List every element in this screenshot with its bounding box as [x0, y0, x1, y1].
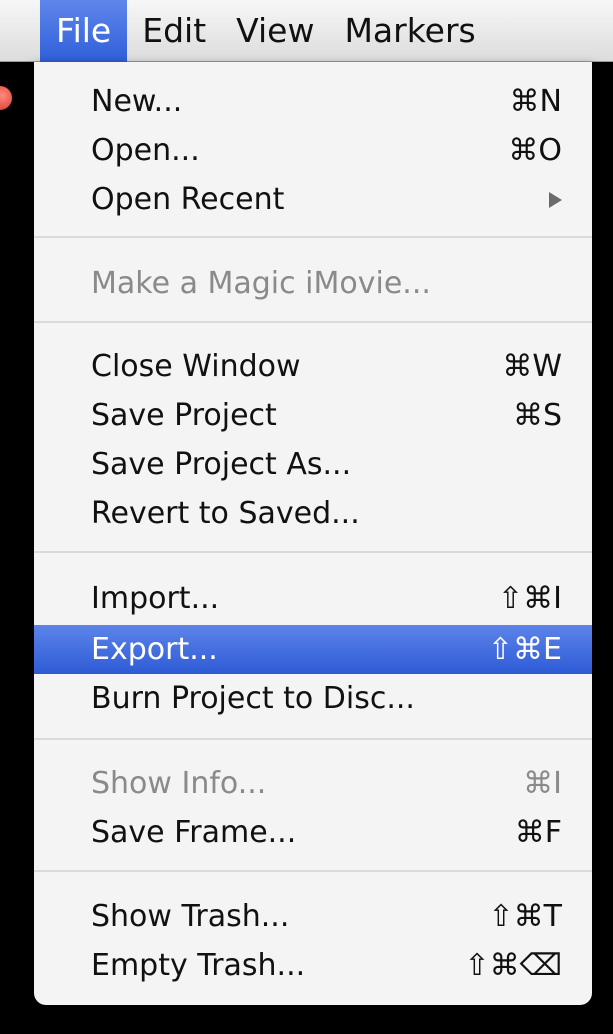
menu-item-burn-project-to-disc[interactable]: Burn Project to Disc...	[34, 674, 592, 723]
menu-item-label: Open Recent	[91, 182, 285, 217]
menu-separator	[34, 870, 592, 872]
menubar-file[interactable]: File	[40, 0, 128, 62]
menubar-markers[interactable]: Markers	[329, 0, 490, 62]
menu-item-label: Save Project As...	[91, 447, 352, 482]
menu-item-label: Make a Magic iMovie...	[91, 266, 431, 301]
menu-item-label: Burn Project to Disc...	[91, 681, 415, 716]
menu-item-make-magic-imovie: Make a Magic iMovie...	[34, 259, 592, 308]
menu-item-label: Save Frame...	[91, 815, 297, 850]
screen: File Edit View Markers New... ⌘N Open...…	[0, 0, 613, 1034]
menu-separator	[34, 551, 592, 553]
menu-separator	[34, 738, 592, 740]
menu-item-label: Open...	[91, 133, 200, 168]
menu-item-close-window[interactable]: Close Window ⌘W	[34, 342, 592, 391]
menu-item-show-info: Show Info... ⌘I	[34, 759, 592, 808]
menu-item-label: Show Info...	[91, 766, 267, 801]
menu-item-shortcut: ⌘F	[514, 815, 562, 850]
window-close-dot[interactable]	[0, 86, 12, 110]
menu-item-open[interactable]: Open... ⌘O	[34, 126, 592, 175]
menu-item-save-frame[interactable]: Save Frame... ⌘F	[34, 808, 592, 857]
menu-item-shortcut: ⌘I	[523, 766, 562, 801]
menu-item-export[interactable]: Export... ⇧⌘E	[34, 625, 592, 674]
menu-item-shortcut: ⌘N	[509, 84, 562, 119]
menu-item-shortcut: ⇧⌘⌫	[464, 948, 562, 983]
menu-item-show-trash[interactable]: Show Trash... ⇧⌘T	[34, 892, 592, 941]
submenu-arrow-icon	[549, 192, 562, 208]
menu-item-label: Save Project	[91, 398, 277, 433]
menu-item-label: Revert to Saved...	[91, 496, 360, 531]
menu-item-label: Empty Trash...	[91, 948, 306, 983]
menu-item-open-recent[interactable]: Open Recent	[34, 175, 592, 224]
menu-item-label: New...	[91, 84, 183, 119]
menu-separator	[34, 321, 592, 323]
menubar-view[interactable]: View	[221, 0, 329, 62]
menu-item-new[interactable]: New... ⌘N	[34, 77, 592, 126]
file-menu: New... ⌘N Open... ⌘O Open Recent Make a …	[34, 62, 592, 1005]
menu-bar: File Edit View Markers	[0, 0, 613, 62]
menu-item-shortcut: ⌘O	[508, 133, 562, 168]
menu-item-shortcut: ⇧⌘E	[487, 632, 562, 667]
menu-item-revert-to-saved[interactable]: Revert to Saved...	[34, 489, 592, 538]
menu-item-shortcut: ⌘S	[512, 398, 562, 433]
menubar-edit[interactable]: Edit	[127, 0, 221, 62]
menu-item-save-project-as[interactable]: Save Project As...	[34, 440, 592, 489]
menu-separator	[34, 236, 592, 238]
menu-item-label: Export...	[91, 632, 218, 667]
menu-item-label: Close Window	[91, 349, 301, 384]
menu-item-shortcut: ⇧⌘T	[488, 899, 562, 934]
menu-item-save-project[interactable]: Save Project ⌘S	[34, 391, 592, 440]
menu-item-label: Import...	[91, 581, 220, 616]
menu-item-empty-trash[interactable]: Empty Trash... ⇧⌘⌫	[34, 941, 592, 990]
menu-item-label: Show Trash...	[91, 899, 290, 934]
menu-item-shortcut: ⌘W	[502, 349, 562, 384]
menu-item-shortcut: ⇧⌘I	[498, 581, 562, 616]
menu-item-import[interactable]: Import... ⇧⌘I	[34, 574, 592, 623]
